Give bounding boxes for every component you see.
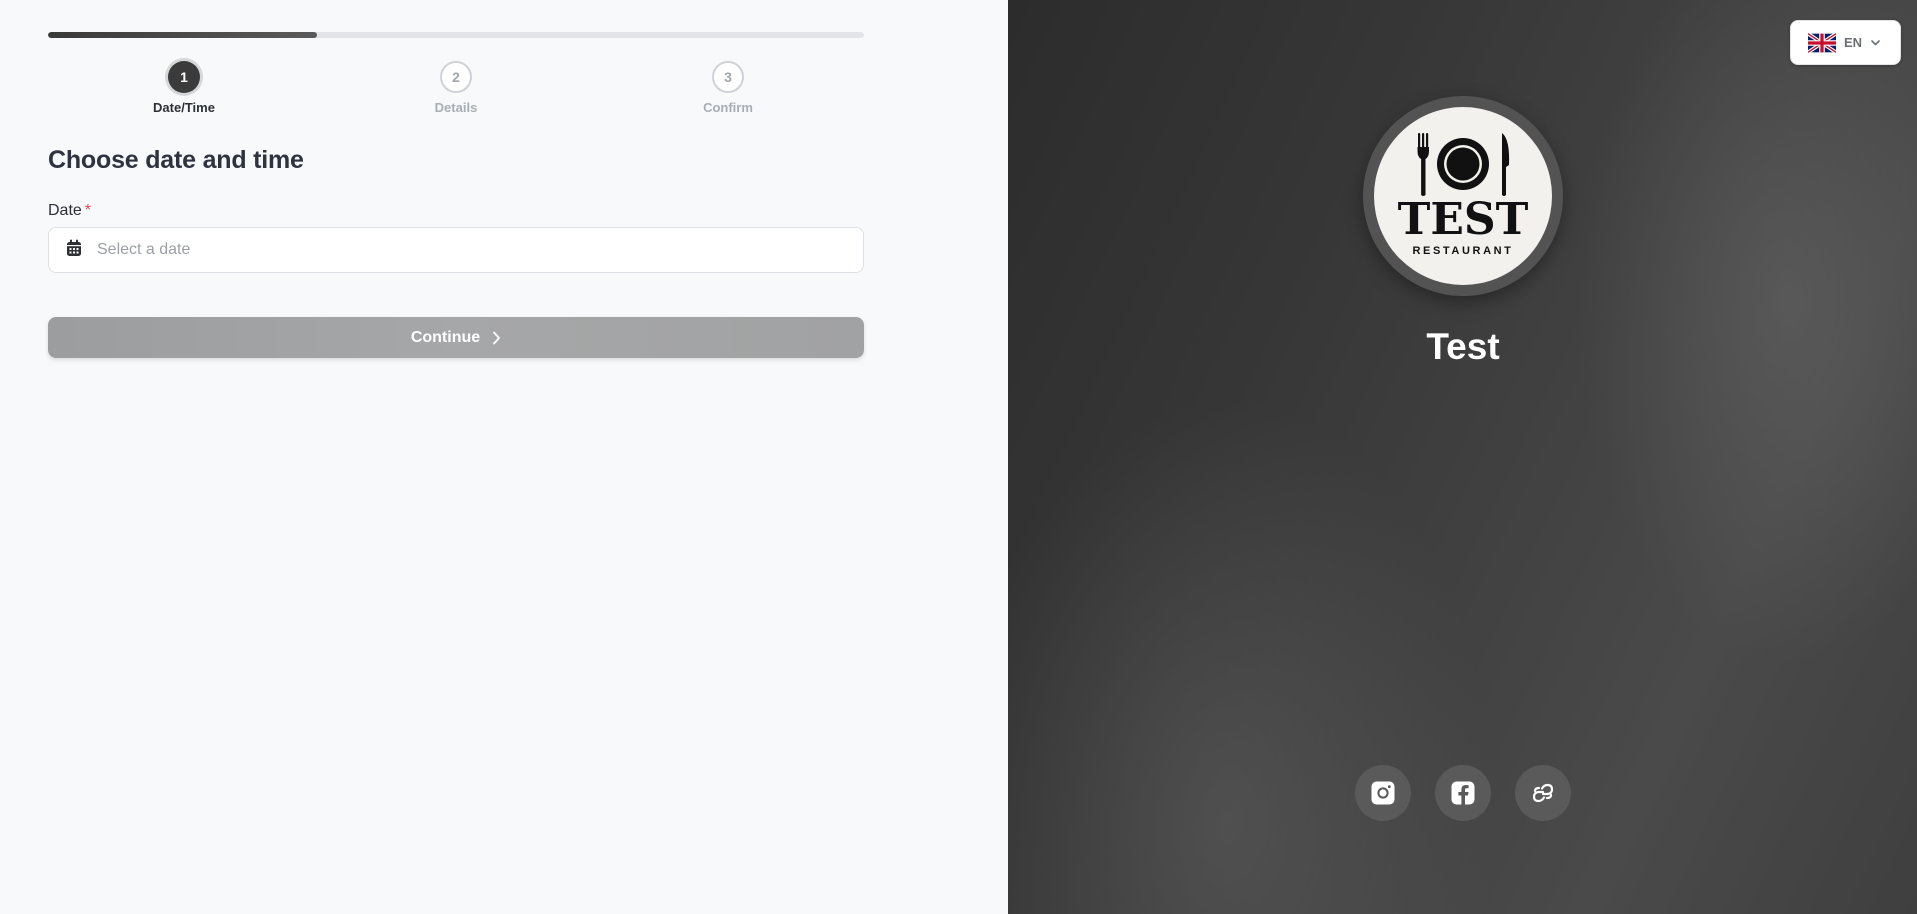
facebook-button[interactable] [1435,765,1491,821]
step-number: 1 [168,61,200,93]
date-label-text: Date [48,202,82,219]
link-icon [1532,783,1554,803]
restaurant-logo: TEST RESTAURANT [1363,96,1563,296]
logo-image: TEST RESTAURANT [1398,133,1529,257]
facebook-icon [1451,781,1475,805]
uk-flag-icon [1808,31,1836,54]
fork-icon [1417,133,1429,196]
logo-wordmark: TEST [1398,194,1529,245]
knife-icon [1502,133,1510,196]
step-confirm[interactable]: 3 Confirm [668,61,788,115]
restaurant-name: Test [1426,326,1500,367]
continue-button-label: Continue [410,328,481,346]
progress-bar-fill [48,32,318,38]
step-number: 2 [440,61,472,93]
step-date-time[interactable]: 1 Date/Time [124,61,244,115]
chevron-right-icon [493,331,501,344]
logo-disc: TEST RESTAURANT [1374,107,1552,285]
date-field-label: Date * [48,202,91,220]
step-number: 3 [712,61,744,93]
restaurant-panel: EN TEST RESTAURANT Test [1008,0,1917,914]
booking-panel: 1 Date/Time 2 Details 3 Confirm Choose d… [0,0,1008,914]
language-code: EN [1844,35,1863,50]
language-selector[interactable]: EN [1790,20,1901,65]
chevron-down-icon [1871,39,1880,45]
continue-button[interactable]: Continue [48,317,864,358]
step-details[interactable]: 2 Details [396,61,516,115]
step-label: Date/Time [153,100,215,115]
instagram-button[interactable] [1355,765,1411,821]
date-field[interactable] [48,227,864,273]
progress-bar [48,32,864,38]
logo-subtitle: RESTAURANT [1413,245,1514,257]
required-marker: * [84,202,92,219]
step-label: Details [434,100,478,115]
date-input[interactable] [94,228,854,271]
calendar-icon [67,239,81,256]
plate-icon [1437,138,1489,190]
website-link-button[interactable] [1515,765,1571,821]
page-title: Choose date and time [48,146,304,174]
instagram-icon [1371,781,1395,805]
step-label: Confirm [703,100,753,115]
